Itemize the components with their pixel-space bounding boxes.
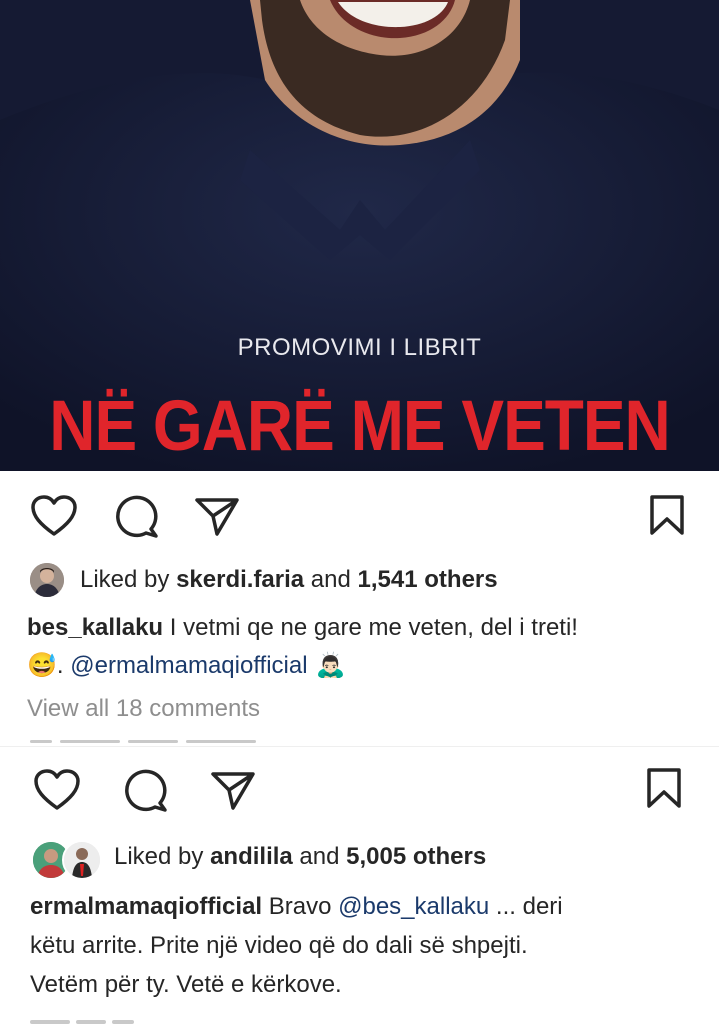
post-image[interactable]: PROMOVIMI I LIBRIT NË GARË ME VETEN [0, 0, 719, 471]
book-title: NË GARË ME VETEN [49, 385, 671, 466]
send-icon[interactable] [210, 770, 256, 812]
comment-icon[interactable] [122, 769, 168, 813]
caption-text: I vetmi qe ne gare me veten, del i treti… [163, 614, 578, 641]
bookmark-icon[interactable] [645, 767, 683, 809]
comment-icon[interactable] [113, 495, 159, 539]
caption-line-2: këtu arrite. Prite një video që do dali … [30, 932, 528, 959]
post-timestamp-cropped [30, 736, 330, 744]
likes-prefix: Liked by [114, 843, 211, 870]
send-icon[interactable] [194, 496, 240, 538]
caption-mention[interactable]: @bes_kallaku [338, 893, 489, 920]
caption-username[interactable]: ermalmamaqiofficial [30, 893, 262, 920]
avatar[interactable] [62, 840, 102, 880]
likes-count[interactable]: 5,005 others [346, 843, 486, 870]
bookmark-icon[interactable] [648, 494, 686, 536]
likes-prefix: Liked by [80, 566, 177, 593]
promo-text: PROMOVIMI I LIBRIT [237, 334, 482, 361]
likes-summary: Liked by skerdi.faria and 1,541 others [80, 566, 498, 594]
caption-mention[interactable]: @ermalmamaqiofficial [70, 652, 307, 679]
caption-line-1: ermalmamaqiofficial Bravo @bes_kallaku .… [30, 893, 563, 921]
avatar[interactable] [30, 563, 64, 597]
likes-count[interactable]: 1,541 others [358, 566, 498, 593]
likes-summary: Liked by andililа and 5,005 others [114, 843, 486, 871]
post-divider [0, 746, 719, 747]
liked-by-user[interactable]: skerdi.faria [176, 566, 304, 593]
caption-line-1: bes_kallaku I vetmi qe ne gare me veten,… [27, 614, 578, 642]
view-comments-cropped [30, 1016, 190, 1024]
liked-by-user[interactable]: andililа [210, 843, 293, 870]
caption-text: Bravo [262, 893, 339, 920]
caption-separator: . [56, 652, 71, 679]
bowing-emoji: 🙇🏻‍♂️ [315, 652, 346, 679]
likes-middle: and [292, 843, 347, 870]
view-all-comments-link[interactable]: View all 18 comments [27, 695, 260, 723]
caption-line-3: Vetëm për ty. Vetë e kërkove. [30, 971, 342, 998]
caption-line-2: 😅. @ermalmamaqiofficial 🙇🏻‍♂️ [27, 651, 345, 680]
laughing-emoji: 😅 [27, 652, 57, 679]
likes-middle: and [304, 566, 358, 593]
heart-outline-icon[interactable] [30, 494, 78, 538]
heart-outline-icon[interactable] [33, 768, 81, 812]
caption-text: ... deri [489, 893, 563, 920]
caption-username[interactable]: bes_kallaku [27, 614, 163, 641]
